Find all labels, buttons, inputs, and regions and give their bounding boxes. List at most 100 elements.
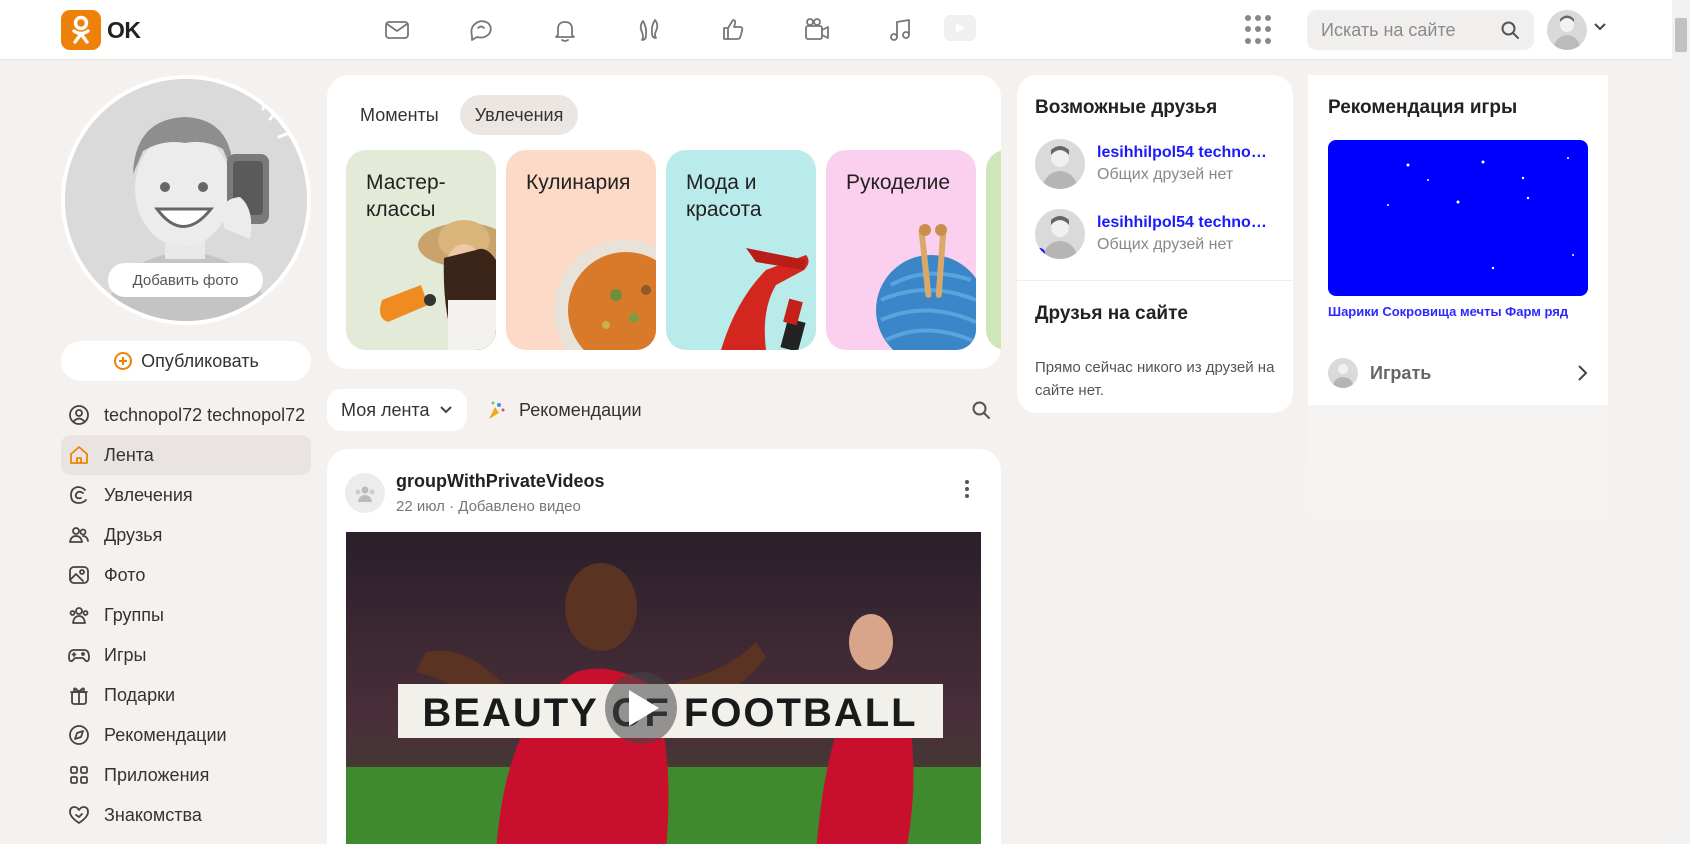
sparkle-icon: [489, 401, 505, 419]
sidebar-item-label: Знакомства: [104, 804, 202, 825]
friend-name[interactable]: lesihhilpol54 technopol: [1097, 214, 1269, 232]
feed-selector-label: Моя лента: [341, 399, 430, 420]
sidebar-item-apps[interactable]: Приложения: [61, 755, 311, 795]
discussions-icon[interactable]: [459, 10, 503, 50]
sidebar-item-photo[interactable]: Фото: [61, 555, 311, 595]
recommendations-link[interactable]: Рекомендации: [485, 389, 642, 431]
publish-label: Опубликовать: [141, 350, 259, 371]
friend-name[interactable]: lesihhilpol54 technopol: [1097, 144, 1269, 162]
game-card-title: Рекомендация игры: [1328, 97, 1518, 118]
scrollbar-thumb[interactable]: [1675, 18, 1687, 52]
game-name[interactable]: Шарики Сокровища мечты Фарм ряд: [1328, 300, 1588, 324]
category-handicraft[interactable]: Рукоделие: [826, 150, 976, 350]
mutual-friends: Общих друзей нет: [1097, 236, 1234, 253]
video-thumbnail: BEAUTY OF FOOTBALL: [346, 532, 981, 844]
music-icon[interactable]: [879, 10, 923, 50]
game-banner[interactable]: [1328, 140, 1588, 296]
sidebar-item-gifts[interactable]: Подарки: [61, 675, 311, 715]
sidebar-item-feed[interactable]: Лента: [61, 435, 311, 475]
feed-post: groupWithPrivateVideos 22 июл · Добавлен…: [327, 449, 1001, 844]
friend-suggestion[interactable]: lesihhilpol54 technopol Общих друзей нет: [1035, 139, 1269, 189]
divider: [1017, 280, 1293, 281]
friend-avatar[interactable]: [1035, 209, 1085, 259]
sidebar-item-groups[interactable]: Группы: [61, 595, 311, 635]
sidebar-item-label: Группы: [104, 604, 164, 625]
tab-moments[interactable]: Моменты: [345, 95, 454, 135]
guests-icon[interactable]: [627, 10, 671, 50]
video-showcase-icon[interactable]: [944, 15, 976, 41]
friends-icon: [69, 527, 89, 543]
recommendations-label: Рекомендации: [519, 399, 642, 420]
more-options-icon[interactable]: [957, 474, 977, 504]
sidebar-item-games[interactable]: Игры: [61, 635, 311, 675]
publish-button[interactable]: Опубликовать: [61, 341, 311, 381]
possible-friends-title: Возможные друзья: [1035, 97, 1218, 118]
category-label: Мода и красота: [686, 171, 762, 221]
photo-icon: [69, 566, 89, 584]
tab-hobbies[interactable]: Увлечения: [459, 95, 579, 135]
home-icon: [70, 446, 88, 464]
gamepad-icon: [68, 649, 90, 663]
sidebar-item-profile[interactable]: technopol72 technopol72: [61, 395, 311, 435]
post-meta: 22 июл · Добавлено видео: [396, 498, 581, 515]
group-avatar[interactable]: [345, 473, 385, 513]
hobbies-card: Моменты Увлечения Мастер-классы Кулинари…: [327, 75, 1001, 369]
sidebar-item-label: Фото: [104, 564, 146, 585]
apps-icon: [70, 766, 88, 784]
video-icon[interactable]: [795, 10, 839, 50]
sidebar-item-recommendations[interactable]: Рекомендации: [61, 715, 311, 755]
category-master-classes[interactable]: Мастер-классы: [346, 150, 496, 350]
post-date: 22 июл: [396, 498, 445, 515]
messages-icon[interactable]: [375, 10, 419, 50]
events-icon[interactable]: [711, 10, 755, 50]
plus-circle-icon: [114, 352, 133, 370]
search-input[interactable]: [1321, 19, 1496, 41]
user-avatar[interactable]: [1547, 10, 1587, 50]
possible-friends-card: Возможные друзья lesihhilpol54 technopol…: [1017, 75, 1293, 413]
search-icon[interactable]: [1500, 20, 1520, 40]
feed-filter-bar: Моя лента Рекомендации: [327, 389, 1001, 431]
post-author[interactable]: groupWithPrivateVideos: [396, 471, 605, 492]
sidebar-item-dating[interactable]: Знакомства: [61, 795, 311, 835]
sidebar-item-label: Лента: [104, 444, 154, 465]
category-next-partial[interactable]: [986, 150, 1001, 350]
ok-logo[interactable]: OK: [61, 10, 141, 50]
logo-text: OK: [107, 16, 141, 43]
user-icon: [69, 405, 89, 425]
video-player[interactable]: BEAUTY OF FOOTBALL: [346, 532, 981, 844]
chevron-down-icon: [440, 406, 453, 414]
play-label: Играть: [1370, 362, 1432, 383]
friends-online-text: Прямо сейчас никого из друзей на сайте н…: [1035, 359, 1275, 399]
sidebar-item-label: Увлечения: [104, 484, 193, 505]
add-photo-button[interactable]: Добавить фото: [108, 263, 263, 297]
game-card-fade: [1308, 405, 1608, 575]
apps-grid-icon[interactable]: [1245, 15, 1275, 45]
meta-separator: ·: [449, 498, 459, 515]
compass-icon: [69, 725, 89, 745]
friend-suggestion[interactable]: lesihhilpol54 technopol Общих друзей нет: [1035, 209, 1269, 259]
friends-online-title: Друзья на сайте: [1035, 303, 1188, 324]
category-label: Мастер-классы: [366, 171, 446, 221]
notifications-icon[interactable]: [543, 10, 587, 50]
category-cooking[interactable]: Кулинария: [506, 150, 656, 350]
feed-selector[interactable]: Моя лента: [327, 389, 467, 431]
sidebar-item-label: technopol72 technopol72: [104, 404, 306, 425]
sidebar-item-label: Рекомендации: [104, 724, 227, 745]
chevron-right-icon: [1578, 365, 1588, 381]
sidebar-item-friends[interactable]: Друзья: [61, 515, 311, 555]
play-button[interactable]: Играть: [1328, 357, 1588, 389]
category-label: Кулинария: [526, 171, 631, 194]
page-scrollbar[interactable]: [1672, 0, 1690, 844]
mutual-friends: Общих друзей нет: [1097, 166, 1234, 183]
sidebar-item-label: Подарки: [104, 684, 176, 705]
sidebar-item-label: Приложения: [104, 764, 210, 785]
chevron-down-icon[interactable]: [1593, 22, 1607, 32]
top-bar: OK: [0, 0, 1672, 60]
category-fashion-beauty[interactable]: Мода и красота: [666, 150, 816, 350]
top-navigation: [375, 10, 923, 50]
game-recommendation-card: Рекомендация игры Шарики Сокровища мечты…: [1308, 75, 1608, 405]
feed-search-icon[interactable]: [971, 400, 991, 420]
sidebar-item-hobbies[interactable]: Увлечения: [61, 475, 311, 515]
game-avatar: [1328, 358, 1358, 388]
friend-avatar[interactable]: [1035, 139, 1085, 189]
